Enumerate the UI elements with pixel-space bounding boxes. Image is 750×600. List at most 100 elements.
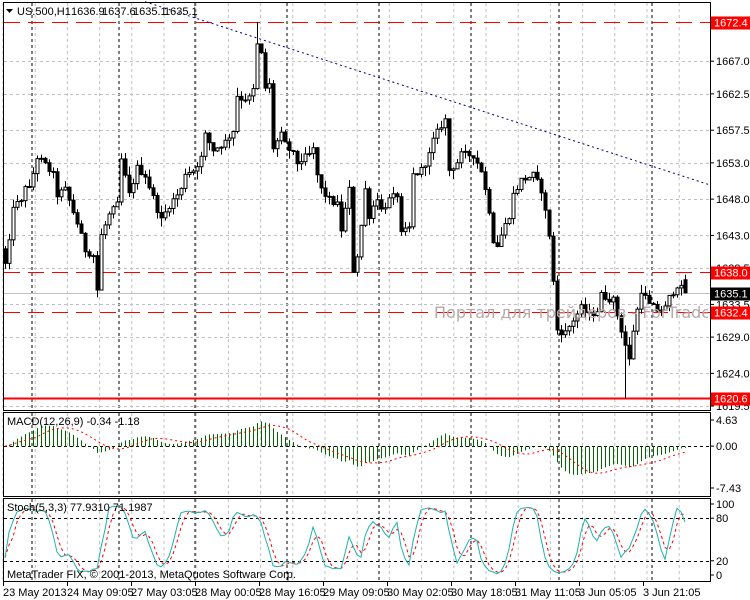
time-label: 28 May 00:05 (195, 587, 262, 599)
time-label: 27 May 03:05 (131, 587, 198, 599)
candle-bull (135, 164, 140, 185)
candle-bull (19, 200, 24, 203)
price-label: 1667.0 (716, 56, 750, 68)
candle-bear (327, 195, 332, 198)
candle-bear (47, 162, 52, 172)
candle-bull (299, 161, 304, 165)
candle-bull (391, 193, 396, 199)
time-label: 29 May 09:05 (323, 587, 390, 599)
candle-bull (383, 207, 388, 210)
chart-window[interactable]: Портал для трейдеров - ForTrader US.500,… (0, 0, 750, 600)
candle-bull (439, 127, 444, 130)
candle-bull (527, 176, 532, 181)
candle-bull (219, 146, 224, 149)
symbol-label: US.500,H1 (17, 6, 71, 18)
candle-bear (147, 176, 152, 189)
close-value: 1635.1 (164, 6, 198, 18)
macd-axis-label: -7.43 (716, 483, 741, 495)
candle-bear (523, 177, 528, 181)
candle-bull (35, 158, 40, 175)
candle-bull (459, 151, 464, 164)
candle-bull (407, 226, 412, 229)
candle-bull (431, 137, 436, 154)
candle-bull (103, 224, 108, 236)
candle-bull (335, 201, 340, 206)
candle-bull (199, 155, 204, 168)
candle-bear (83, 232, 88, 253)
candle-bull (171, 198, 176, 210)
candle-bull (195, 166, 200, 172)
candle-bear (339, 201, 344, 232)
candle-bear (399, 196, 404, 233)
macd-axis-label: 0.00 (716, 441, 737, 453)
candle-bear (471, 155, 476, 159)
candle-bull (23, 186, 28, 202)
candle-bull (427, 152, 432, 167)
candle-bear (627, 344, 632, 360)
candle-bear (367, 188, 372, 219)
candle-bear (643, 292, 648, 296)
macd-axis-label: 4.63 (716, 415, 737, 427)
candle-bear (151, 187, 156, 196)
candle-bull (215, 147, 220, 152)
candle-bear (291, 149, 296, 152)
candle-bear (395, 193, 400, 198)
candle-bull (507, 218, 512, 225)
candle-bull (231, 131, 236, 139)
candle-bull (11, 206, 16, 241)
candle-bear (143, 174, 148, 178)
candle-bear (71, 199, 76, 214)
candle-bull (511, 192, 516, 220)
candle-bull (91, 255, 96, 258)
candle-bear (95, 255, 100, 291)
level-price-label: 1620.6 (714, 394, 748, 406)
candle-bull (243, 99, 248, 102)
candle-bull (187, 171, 192, 175)
candle-bear (543, 192, 548, 211)
low-value: 1635.1 (133, 6, 167, 18)
candle-bull (311, 147, 316, 155)
candle-bull (455, 162, 460, 170)
candle-bear (319, 174, 324, 189)
candle-bear (551, 235, 556, 282)
candle-bull (7, 239, 12, 264)
candle-bull (223, 139, 228, 148)
candle-bull (15, 200, 20, 208)
candle-bear (467, 150, 472, 157)
candle-bear (331, 196, 336, 206)
candle-bull (235, 95, 240, 133)
candle-bull (387, 197, 392, 209)
candle-bear (623, 331, 628, 346)
candle-bear (271, 83, 276, 150)
stoch-axis-label: 20 (716, 556, 728, 568)
candle-bear (315, 147, 320, 176)
candle-bull (119, 158, 124, 203)
watermark-clip: Портал для трейдеров - ForTrader (434, 303, 708, 322)
candle-bear (159, 212, 164, 219)
candle-bull (307, 153, 312, 156)
candle-bull (675, 287, 680, 296)
candle-bear (475, 157, 480, 164)
time-label: 28 May 16:05 (259, 587, 326, 599)
candle-bear (51, 170, 56, 173)
candle-bull (267, 83, 272, 89)
candle-bull (107, 213, 112, 226)
candle-bull (371, 205, 376, 219)
candle-bear (607, 298, 612, 303)
candle-bull (255, 43, 260, 90)
candle-bull (503, 223, 508, 236)
chart-header: US.500,H1 1636.9 1637.6 1635.1 1635.1 (6, 6, 198, 18)
candle-bull (175, 194, 180, 200)
candle-bull (31, 173, 36, 188)
candle-bear (559, 329, 564, 336)
candle-bear (535, 171, 540, 180)
candle-bear (491, 212, 496, 244)
candle-bull (671, 294, 676, 297)
candle-bull (115, 201, 120, 208)
candle-bull (423, 165, 428, 169)
candle-bear (263, 52, 268, 89)
candle-bull (359, 224, 364, 258)
time-label: 3 Jun 21:05 (643, 587, 701, 599)
candle-bull (375, 199, 380, 207)
candle-bear (487, 188, 492, 214)
